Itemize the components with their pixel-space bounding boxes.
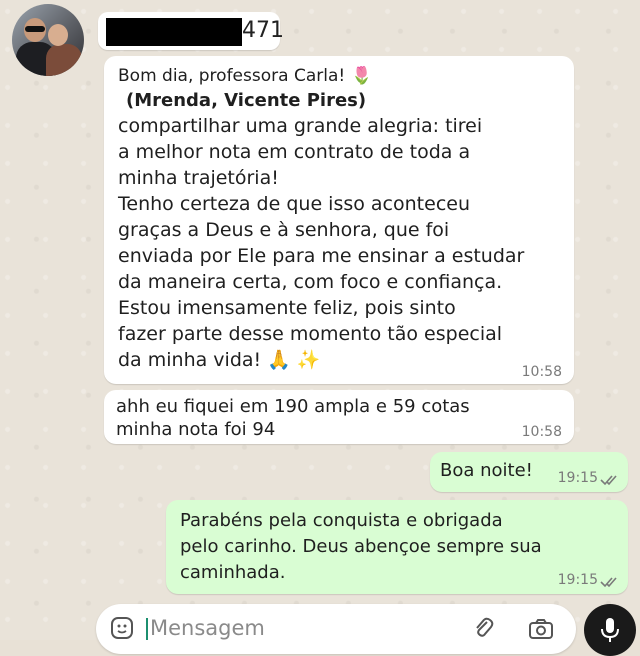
- message-line: Parabéns pela conquista e obrigada: [180, 510, 503, 531]
- message-line: minha trajetória!: [118, 167, 279, 189]
- praying-hands-emoji: 🙏: [267, 349, 291, 371]
- message-line: minha nota foi 94: [116, 419, 276, 440]
- message-input-bar[interactable]: Mensagem: [96, 604, 576, 654]
- outgoing-message-2[interactable]: Parabéns pela conquista e obrigada pelo …: [166, 500, 628, 594]
- message-line: da minha vida! 🙏 ✨: [118, 349, 321, 371]
- message-line: Bom dia, professora Carla! 🌷: [118, 64, 372, 89]
- attachment-icon[interactable]: [472, 616, 494, 640]
- message-time: 10:58: [521, 424, 562, 440]
- message-line: fazer parte desse momento tão especial: [118, 323, 503, 345]
- avatar-person-2: [46, 44, 82, 76]
- voice-message-button[interactable]: [584, 604, 636, 656]
- contact-avatar[interactable]: [12, 4, 84, 76]
- message-line: Boa noite!: [440, 460, 533, 481]
- message-time: 19:15: [557, 572, 598, 588]
- read-ticks-icon: [600, 475, 617, 486]
- tulip-emoji: 🌷: [351, 66, 373, 86]
- message-line: graças a Deus e à senhora, que foi: [118, 219, 450, 241]
- outgoing-message-1[interactable]: Boa noite! 19:15: [430, 452, 628, 492]
- message-time: 19:15: [557, 470, 598, 486]
- message-line: ahh eu fiquei em 190 ampla e 59 cotas: [116, 396, 470, 417]
- message-line: (Mrenda, Vicente Pires): [126, 90, 367, 111]
- avatar-face-2: [48, 24, 68, 46]
- avatar-glasses: [25, 26, 45, 32]
- sender-name-suffix: 471: [242, 18, 284, 43]
- incoming-message-1[interactable]: Bom dia, professora Carla! 🌷 (Mrenda, Vic…: [104, 56, 574, 384]
- text-caret: [146, 618, 148, 640]
- message-line: pelo carinho. Deus abençoe sempre sua: [180, 536, 542, 557]
- message-time: 10:58: [521, 364, 562, 380]
- message-input-placeholder[interactable]: Mensagem: [150, 616, 265, 640]
- message-line: Tenho certeza de que isso aconteceu: [118, 193, 470, 215]
- read-ticks-icon: [600, 577, 617, 588]
- incoming-message-2[interactable]: ahh eu fiquei em 190 ampla e 59 cotas mi…: [104, 390, 574, 444]
- sender-name-chip: 471: [98, 12, 284, 50]
- message-line: enviada por Ele para me ensinar a estuda…: [118, 245, 525, 267]
- message-line: compartilhar uma grande alegria: tirei: [118, 115, 483, 137]
- redacted-name: [106, 18, 242, 46]
- message-line: da maneira certa, com foco e confiança.: [118, 271, 503, 293]
- sticker-icon[interactable]: [110, 616, 134, 640]
- message-line: Estou imensamente feliz, pois sinto: [118, 297, 456, 319]
- sparkles-emoji: ✨: [296, 349, 321, 371]
- message-line: a melhor nota em contrato de toda a: [118, 141, 471, 163]
- message-line: caminhada.: [180, 562, 286, 583]
- camera-icon[interactable]: [528, 618, 554, 640]
